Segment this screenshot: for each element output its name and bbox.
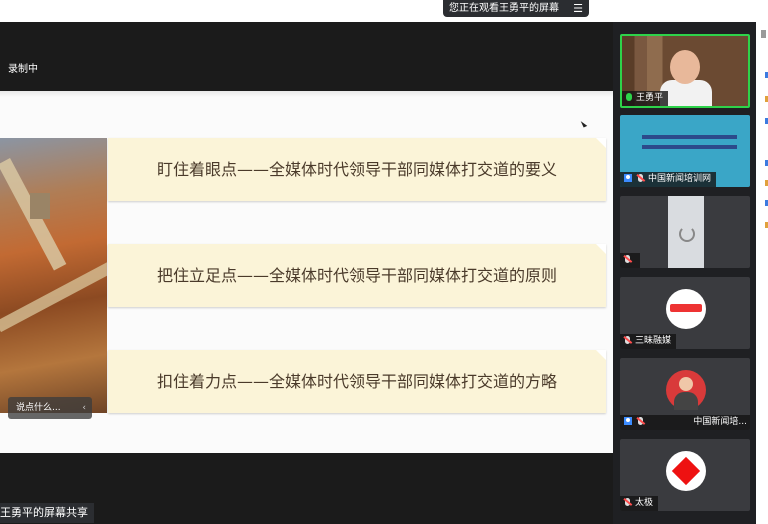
participant-panel: 王勇平 中国新闻培训网 三昧融媒 中国新闻培... 太极: [613, 22, 756, 524]
participant-name: 太极: [635, 498, 654, 508]
participant-label: [620, 253, 640, 268]
participant-label: 太极: [620, 496, 659, 511]
participant-name: 中国新闻培...: [693, 417, 747, 427]
participant-label: 三昧融媒: [620, 334, 677, 349]
viewing-banner-text: 您正在观看王勇平的屏幕: [449, 3, 559, 14]
slide-heading-1: 盯住着眼点——全媒体时代领导干部同媒体打交道的要义: [108, 138, 606, 201]
comment-placeholder: 说点什么...: [16, 403, 61, 413]
thumb-line: [642, 135, 737, 139]
user-icon: [624, 174, 632, 182]
recording-indicator: 录制中: [8, 64, 38, 75]
slide-heading-3: 扣住着力点——全媒体时代领导干部同媒体打交道的方略: [108, 350, 606, 413]
great-wall-image: [0, 138, 107, 413]
slide-top-shadow: [0, 91, 613, 97]
comment-input[interactable]: 说点什么... ‹: [8, 397, 92, 419]
participant-name: 三昧融媒: [635, 336, 672, 346]
participant-name: 王勇平: [636, 93, 664, 103]
fu-charm-icon: [671, 456, 701, 486]
participant-tile[interactable]: [620, 196, 750, 268]
user-icon: [624, 417, 632, 425]
viewing-banner: 您正在观看王勇平的屏幕 ☰: [443, 0, 589, 17]
avatar-torso: [674, 392, 698, 410]
chevron-left-icon[interactable]: ‹: [82, 397, 86, 419]
participant-label: 王勇平: [622, 91, 669, 106]
participant-tile[interactable]: 中国新闻培训网: [620, 115, 750, 187]
speaker-face: [670, 50, 700, 84]
participant-tile[interactable]: 三昧融媒: [620, 277, 750, 349]
participant-label: 中国新闻培训网: [620, 172, 717, 187]
avatar: [666, 451, 706, 491]
wall-tower: [30, 193, 50, 219]
mic-muted-icon: [637, 174, 644, 182]
mic-muted-icon: [637, 417, 644, 425]
participant-tile[interactable]: 王勇平: [620, 34, 750, 108]
logo-mark: [670, 304, 702, 312]
avatar: [666, 289, 706, 329]
screen-share-label: 王勇平的屏幕共享: [0, 503, 94, 523]
slide-heading-2: 把住立足点——全媒体时代领导干部同媒体打交道的原则: [108, 244, 606, 307]
loading-spinner-icon: [679, 226, 695, 242]
participant-tile[interactable]: 太极: [620, 439, 750, 511]
menu-icon[interactable]: ☰: [573, 0, 583, 17]
video-loading: [668, 196, 704, 268]
participant-name: 中国新闻培训网: [648, 174, 712, 184]
thumb-line: [642, 145, 737, 149]
avatar-head: [679, 377, 693, 391]
scroll-thumb[interactable]: [761, 30, 766, 38]
mic-active-icon: [626, 93, 632, 101]
mic-muted-icon: [624, 498, 631, 506]
avatar: [666, 370, 706, 410]
participant-label: 中国新闻培...: [620, 415, 750, 430]
mic-muted-icon: [624, 336, 631, 344]
top-strip: [0, 0, 768, 22]
mic-muted-icon: [624, 255, 631, 263]
participant-tile[interactable]: 中国新闻培...: [620, 358, 750, 430]
